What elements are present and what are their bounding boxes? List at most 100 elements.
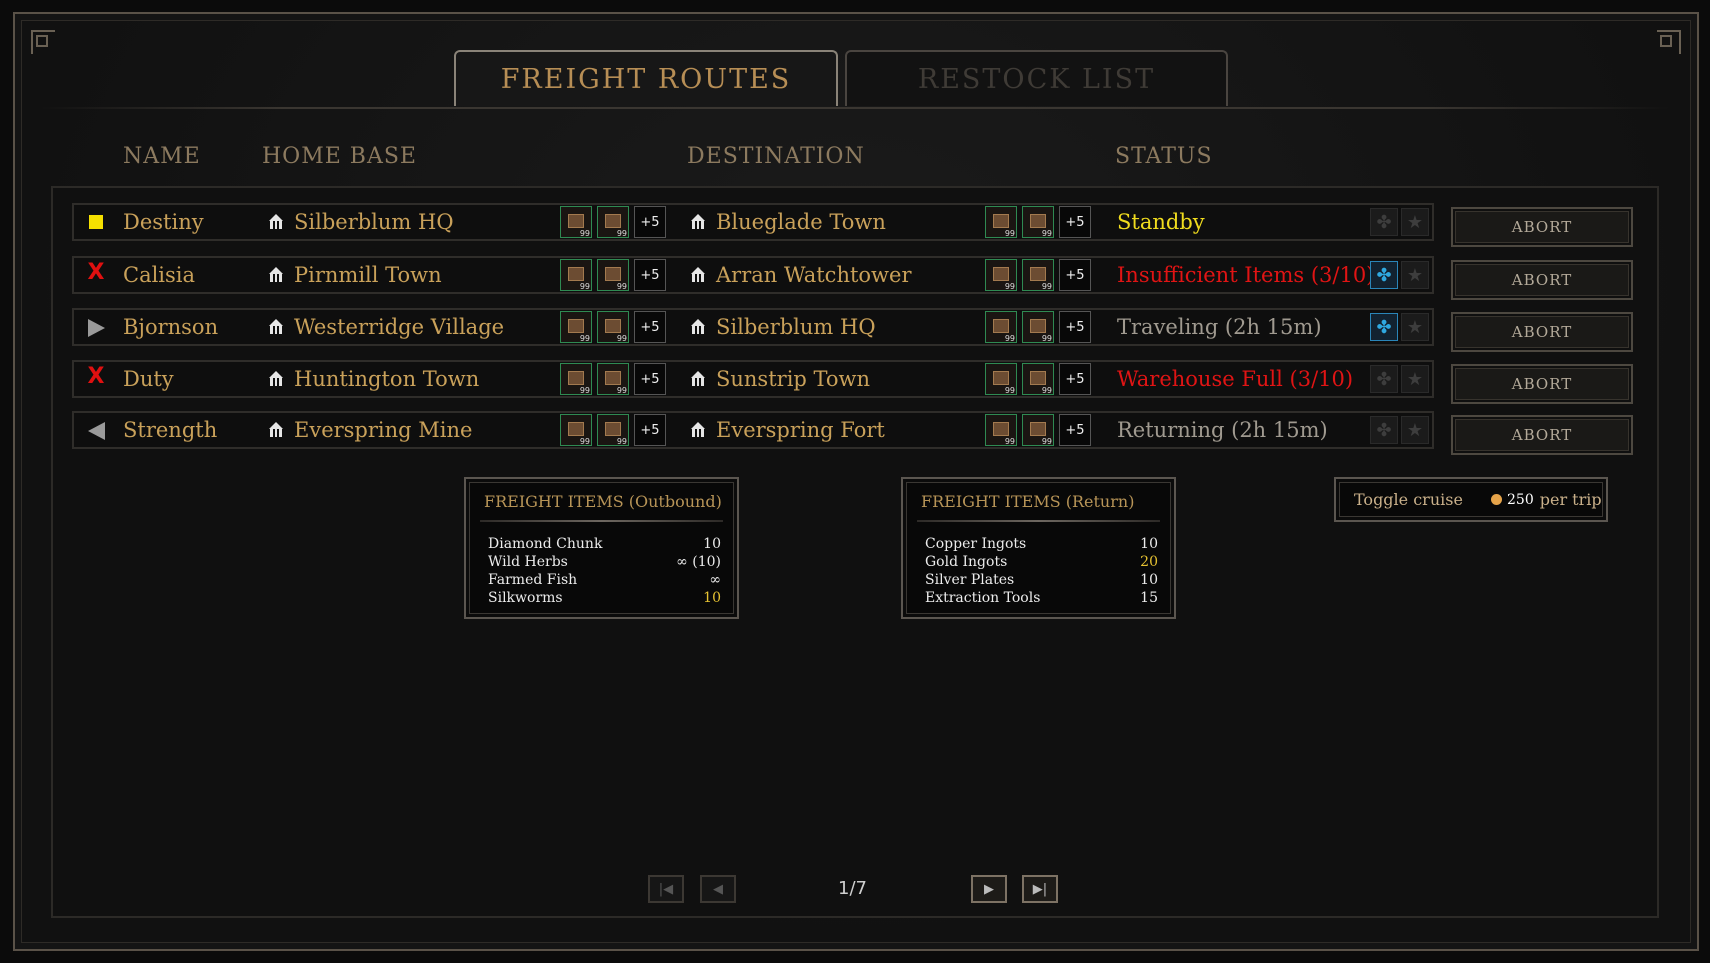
crate-icon: [1030, 422, 1046, 436]
toggle-cruise-button[interactable]: Toggle cruise 250 per trip: [1334, 477, 1608, 522]
next-page-button[interactable]: ▶: [971, 875, 1007, 903]
star-icon: ★: [1406, 264, 1424, 286]
more-items-button[interactable]: +5: [1059, 414, 1091, 446]
column-header-name: NAME: [123, 144, 201, 169]
destination-name: Arran Watchtower: [716, 263, 912, 287]
page-indicator: 1/7: [838, 878, 867, 899]
item-slot[interactable]: 99: [985, 414, 1017, 446]
route-row[interactable]: X Calisia Pirnmill Town 99 99 +5 Arran Watchto…: [72, 256, 1434, 294]
item-count: 99: [1004, 334, 1015, 343]
item-slot[interactable]: 99: [1022, 206, 1054, 238]
fleet-toggle-button[interactable]: ✤: [1370, 313, 1398, 341]
home-base[interactable]: Westerridge Village: [268, 310, 504, 344]
freight-item: Diamond Chunk 10: [488, 535, 721, 553]
more-items-button[interactable]: +5: [634, 414, 666, 446]
column-header-home-base: HOME BASE: [262, 144, 417, 169]
home-base[interactable]: Silberblum HQ: [268, 205, 454, 239]
route-name: Bjornson: [123, 315, 219, 339]
item-slot[interactable]: 99: [985, 363, 1017, 395]
abort-button[interactable]: ABORT: [1451, 415, 1633, 455]
freight-item-name: Wild Herbs: [488, 554, 568, 570]
more-items-button[interactable]: +5: [1059, 363, 1091, 395]
freight-item: Silkworms 10: [488, 589, 721, 607]
abort-button[interactable]: ABORT: [1451, 364, 1633, 404]
last-page-button[interactable]: ▶|: [1022, 875, 1058, 903]
home-base-name: Huntington Town: [294, 367, 480, 391]
item-slot[interactable]: 99: [560, 414, 592, 446]
item-slot[interactable]: 99: [560, 311, 592, 343]
more-items-button[interactable]: +5: [634, 311, 666, 343]
abort-button[interactable]: ABORT: [1451, 312, 1633, 352]
building-icon: [690, 267, 706, 283]
item-count: 99: [616, 334, 627, 343]
item-slot[interactable]: 99: [597, 259, 629, 291]
crate-icon: [993, 267, 1009, 281]
destination[interactable]: Arran Watchtower: [690, 258, 912, 292]
fleet-toggle-button[interactable]: ✤: [1370, 416, 1398, 444]
favorite-button[interactable]: ★: [1401, 208, 1429, 236]
abort-button[interactable]: ABORT: [1451, 260, 1633, 300]
item-slot[interactable]: 99: [597, 206, 629, 238]
destination[interactable]: Silberblum HQ: [690, 310, 876, 344]
crate-icon: [568, 319, 584, 333]
favorite-button[interactable]: ★: [1401, 365, 1429, 393]
freight-item-name: Farmed Fish: [488, 572, 578, 588]
more-items-button[interactable]: +5: [1059, 206, 1091, 238]
more-items-button[interactable]: +5: [634, 259, 666, 291]
tab-restock-list[interactable]: RESTOCK LIST: [845, 50, 1228, 106]
cruise-cost-unit: per trip: [1539, 490, 1602, 509]
item-slot[interactable]: 99: [1022, 311, 1054, 343]
crate-icon: [605, 422, 621, 436]
item-slot[interactable]: 99: [985, 206, 1017, 238]
crate-icon: [605, 214, 621, 228]
abort-button[interactable]: ABORT: [1451, 207, 1633, 247]
item-slot[interactable]: 99: [1022, 259, 1054, 291]
first-page-button[interactable]: |◀: [648, 875, 684, 903]
item-slot[interactable]: 99: [560, 363, 592, 395]
building-icon: [690, 371, 706, 387]
favorite-button[interactable]: ★: [1401, 313, 1429, 341]
more-items-button[interactable]: +5: [634, 206, 666, 238]
item-slot[interactable]: 99: [597, 363, 629, 395]
route-row[interactable]: X Duty Huntington Town 99 99 +5 Sunstrip Town 9…: [72, 360, 1434, 398]
item-slot[interactable]: 99: [1022, 363, 1054, 395]
fleet-toggle-button[interactable]: ✤: [1370, 208, 1398, 236]
previous-page-button[interactable]: ◀: [700, 875, 736, 903]
home-base[interactable]: Huntington Town: [268, 362, 479, 396]
home-base-name: Silberblum HQ: [294, 210, 454, 234]
destination[interactable]: Blueglade Town: [690, 205, 886, 239]
tab-freight-routes[interactable]: FREIGHT ROUTES: [454, 50, 838, 106]
fleet-toggle-button[interactable]: ✤: [1370, 365, 1398, 393]
route-row[interactable]: Bjornson Westerridge Village 99 99 +5 Silberb…: [72, 308, 1434, 346]
route-name: Calisia: [123, 263, 196, 287]
fleet-toggle-button[interactable]: ✤: [1370, 261, 1398, 289]
more-items-button[interactable]: +5: [1059, 311, 1091, 343]
item-slot[interactable]: 99: [1022, 414, 1054, 446]
more-items-button[interactable]: +5: [1059, 259, 1091, 291]
destination-name: Sunstrip Town: [716, 367, 871, 391]
yellow-square-icon: [89, 215, 103, 229]
freight-item-value: 15: [1140, 590, 1158, 606]
freight-item-value: ∞ (10): [676, 554, 721, 570]
freight-item-name: Silver Plates: [925, 572, 1015, 588]
clover-icon: ✤: [1376, 316, 1392, 338]
route-row[interactable]: Destiny Silberblum HQ 99 99 +5 Blueglade Town…: [72, 203, 1434, 241]
star-icon: ★: [1406, 211, 1424, 233]
item-slot[interactable]: 99: [560, 206, 592, 238]
item-slot[interactable]: 99: [597, 414, 629, 446]
item-slot[interactable]: 99: [560, 259, 592, 291]
route-row[interactable]: Strength Everspring Mine 99 99 +5 Everspring …: [72, 411, 1434, 449]
favorite-button[interactable]: ★: [1401, 261, 1429, 289]
destination[interactable]: Sunstrip Town: [690, 362, 870, 396]
item-slot[interactable]: 99: [985, 311, 1017, 343]
destination[interactable]: Everspring Fort: [690, 413, 885, 447]
item-slot[interactable]: 99: [597, 311, 629, 343]
crate-icon: [605, 371, 621, 385]
favorite-button[interactable]: ★: [1401, 416, 1429, 444]
item-slot[interactable]: 99: [985, 259, 1017, 291]
star-icon: ★: [1406, 419, 1424, 441]
home-base-name: Pirnmill Town: [294, 263, 442, 287]
home-base[interactable]: Pirnmill Town: [268, 258, 442, 292]
more-items-button[interactable]: +5: [634, 363, 666, 395]
home-base[interactable]: Everspring Mine: [268, 413, 472, 447]
